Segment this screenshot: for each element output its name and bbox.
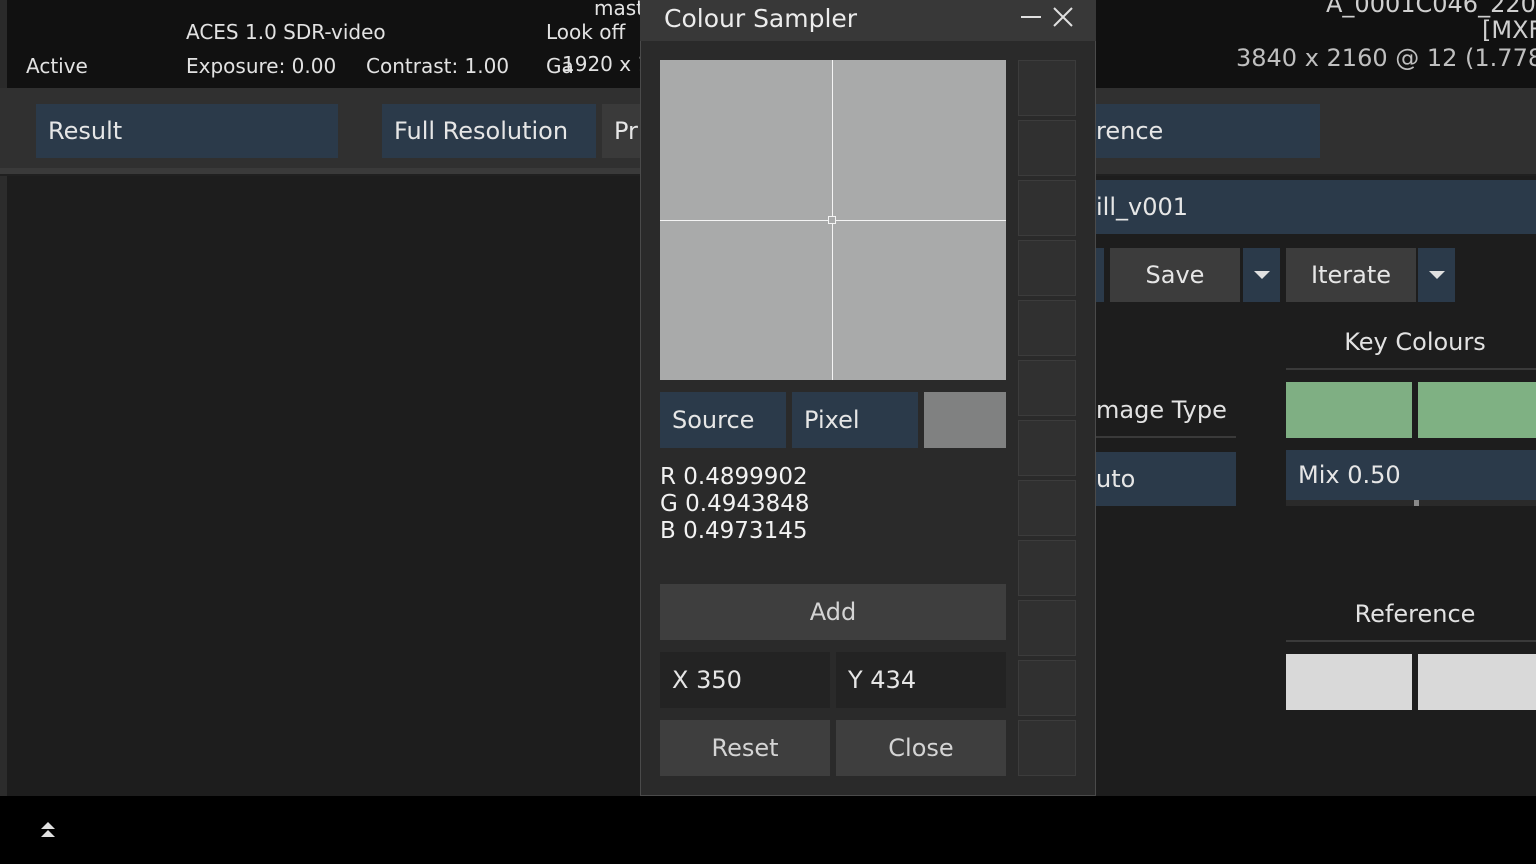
sample-slot[interactable] <box>1018 180 1076 236</box>
reference-divider <box>1286 640 1536 642</box>
reference-swatch-1[interactable] <box>1286 654 1412 710</box>
sample-slot[interactable] <box>1018 660 1076 716</box>
sample-slot[interactable] <box>1018 60 1076 116</box>
red-value: R 0.4899902 <box>660 464 808 490</box>
minimize-icon[interactable] <box>1016 4 1046 30</box>
info-bar-edge <box>0 0 7 88</box>
sampled-colour-swatch <box>924 392 1006 448</box>
reset-button[interactable]: Reset <box>660 720 830 776</box>
proxy-button[interactable]: Pr <box>602 104 642 158</box>
mix-slider-track[interactable] <box>1286 500 1536 506</box>
blue-value: B 0.4973145 <box>660 518 808 544</box>
sample-slot[interactable] <box>1018 120 1076 176</box>
sample-slot[interactable] <box>1018 600 1076 656</box>
key-colours-heading: Key Colours <box>1344 328 1486 356</box>
sample-slot[interactable] <box>1018 540 1076 596</box>
save-button[interactable]: Save <box>1110 248 1240 302</box>
sample-slot[interactable] <box>1018 420 1076 476</box>
pixel-button[interactable]: Pixel <box>792 392 918 448</box>
close-icon[interactable] <box>1048 2 1078 32</box>
reference-heading: Reference <box>1354 600 1476 628</box>
y-coordinate-field[interactable]: Y 434 <box>836 652 1006 708</box>
x-coordinate-field[interactable]: X 350 <box>660 652 830 708</box>
image-type-label: mage Type <box>1096 396 1227 424</box>
mix-slider[interactable]: Mix 0.50 <box>1286 450 1536 500</box>
close-button[interactable]: Close <box>836 720 1006 776</box>
sample-preview[interactable] <box>660 60 1006 380</box>
iterate-button[interactable]: Iterate <box>1286 248 1416 302</box>
mix-slider-handle[interactable] <box>1414 500 1419 506</box>
viewer-left-rail <box>0 176 7 796</box>
key-colour-swatch-2[interactable] <box>1418 382 1536 438</box>
display-transform-label: ACES 1.0 SDR-video <box>186 20 386 44</box>
status-label: Active <box>26 54 88 78</box>
image-type-divider <box>1096 436 1236 438</box>
iterate-dropdown-button[interactable] <box>1418 248 1455 302</box>
save-dropdown-button[interactable] <box>1243 248 1280 302</box>
load-button-edge[interactable] <box>1096 248 1104 302</box>
reference-swatch-2[interactable] <box>1418 654 1536 710</box>
sample-slot[interactable] <box>1018 480 1076 536</box>
expand-panel-icon[interactable] <box>36 818 60 842</box>
sample-slot[interactable] <box>1018 360 1076 416</box>
reference-button[interactable]: rence <box>1096 104 1320 158</box>
dialog-title: Colour Sampler <box>664 4 858 33</box>
add-button[interactable]: Add <box>660 584 1006 640</box>
green-value: G 0.4943848 <box>660 491 810 517</box>
chevron-down-icon <box>1428 271 1445 279</box>
format-label: [MXF <box>1482 16 1536 44</box>
key-colours-divider <box>1286 368 1536 370</box>
contrast-label: Contrast: 1.00 <box>366 54 510 78</box>
source-resolution-label: 3840 x 2160 @ 12 (1.778) <box>1236 44 1536 72</box>
image-type-select[interactable]: uto <box>1096 452 1236 506</box>
crosshair-target-icon <box>828 216 836 224</box>
sample-slot[interactable] <box>1018 240 1076 296</box>
sample-slot[interactable] <box>1018 720 1076 776</box>
sample-slot[interactable] <box>1018 300 1076 356</box>
grade-name-field[interactable]: ill_v001 <box>1096 180 1536 234</box>
resolution-label: 1920 x 1 <box>562 52 651 76</box>
bottom-bar <box>0 796 1536 864</box>
viewer-separator <box>0 168 640 174</box>
key-colour-swatch-1[interactable] <box>1286 382 1412 438</box>
master-label: mast <box>594 0 644 20</box>
look-label: Look off <box>546 20 626 44</box>
source-button[interactable]: Source <box>660 392 786 448</box>
chevron-down-icon <box>1253 271 1270 279</box>
full-resolution-button[interactable]: Full Resolution <box>382 104 596 158</box>
result-button[interactable]: Result <box>36 104 338 158</box>
exposure-label: Exposure: 0.00 <box>186 54 337 78</box>
